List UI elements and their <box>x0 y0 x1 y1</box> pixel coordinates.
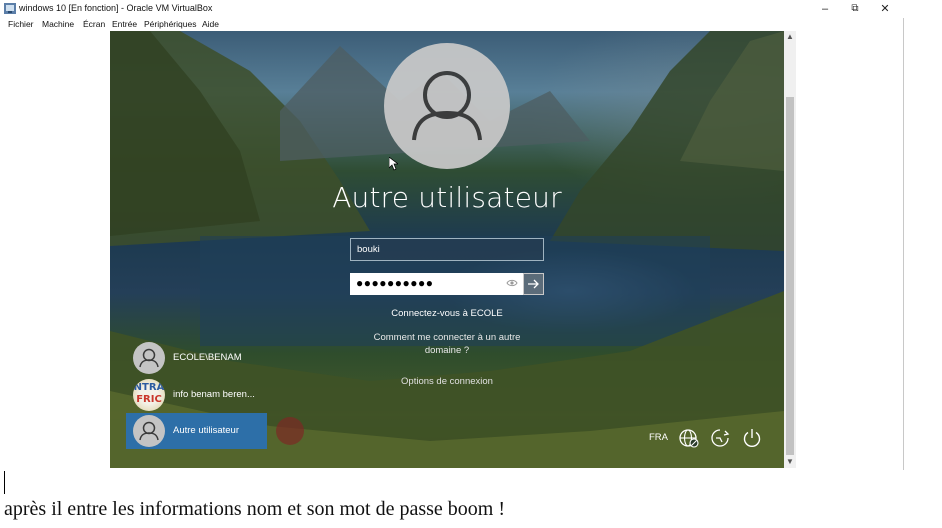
minimize-button[interactable]: – <box>810 0 840 18</box>
user-avatar-large <box>384 43 510 169</box>
other-domain-line1: Comment me connecter à un autre <box>373 332 521 343</box>
scroll-down-icon[interactable]: ▼ <box>784 456 796 468</box>
menu-peripheriques[interactable]: Périphériques <box>144 18 196 30</box>
menu-fichier[interactable]: Fichier <box>8 18 34 30</box>
arrow-right-icon <box>528 279 539 289</box>
menu-aide[interactable]: Aide <box>202 18 219 30</box>
user-tile-label: ECOLE\BENAM <box>173 352 242 363</box>
menu-machine[interactable]: Machine <box>42 18 74 30</box>
scroll-thumb[interactable] <box>786 97 794 455</box>
username-input[interactable]: bouki <box>350 238 544 261</box>
close-button[interactable]: ✕ <box>870 0 900 18</box>
virtualbox-window: windows 10 [En fonction] - Oracle VM Vir… <box>0 0 904 470</box>
other-domain-line2: domaine ? <box>424 345 470 356</box>
user-tile-label: info benam beren... <box>173 389 255 400</box>
vm-display[interactable]: Autre utilisateur bouki ●●●●●●●●●● Conne… <box>110 31 784 468</box>
text-cursor <box>4 471 5 494</box>
menu-entree[interactable]: Entrée <box>112 18 137 30</box>
power-icon[interactable] <box>741 427 763 449</box>
selected-user-heading: Autre utilisateur <box>332 181 562 214</box>
user-tile-autre-utilisateur[interactable]: Autre utilisateur <box>126 413 267 449</box>
restore-button[interactable]: ⧉ <box>840 0 870 18</box>
network-icon[interactable] <box>678 427 700 449</box>
user-tile-label: Autre utilisateur <box>173 425 240 436</box>
user-icon <box>139 348 159 368</box>
submit-button[interactable] <box>523 273 544 295</box>
password-input[interactable]: ●●●●●●●●●● <box>350 273 523 295</box>
scroll-up-icon[interactable]: ▲ <box>784 31 796 43</box>
user-tile-ecole-benam[interactable]: ECOLE\BENAM <box>126 340 267 376</box>
menu-bar: Fichier Machine Écran Entrée Périphériqu… <box>0 18 904 31</box>
user-icon <box>412 71 482 141</box>
title-bar: windows 10 [En fonction] - Oracle VM Vir… <box>0 0 904 18</box>
eye-icon[interactable] <box>506 277 518 289</box>
window-title: windows 10 [En fonction] - Oracle VM Vir… <box>19 3 213 13</box>
virtualbox-icon <box>4 3 16 14</box>
entra-avatar: NTRA FRIC <box>133 379 165 411</box>
language-indicator[interactable]: FRA <box>649 432 668 443</box>
user-avatar <box>133 415 165 447</box>
other-domain-link[interactable]: Comment me connecter à un autre domaine … <box>360 331 534 357</box>
document-caption: après il entre les informations nom et s… <box>4 498 506 520</box>
user-avatar <box>133 342 165 374</box>
mouse-cursor-icon <box>389 157 398 171</box>
accessibility-icon[interactable] <box>709 427 731 449</box>
menu-ecran[interactable]: Écran <box>83 18 105 30</box>
avatar-text-line1: NTRA <box>133 382 165 393</box>
vertical-scrollbar[interactable]: ▲ ▼ <box>784 31 796 468</box>
user-tile-info-benam[interactable]: NTRA FRIC info benam beren... <box>126 377 267 413</box>
sign-in-domain-text: Connectez-vous à ECOLE <box>391 308 503 319</box>
user-icon <box>139 421 159 441</box>
avatar-text-line2: FRIC <box>136 394 162 405</box>
